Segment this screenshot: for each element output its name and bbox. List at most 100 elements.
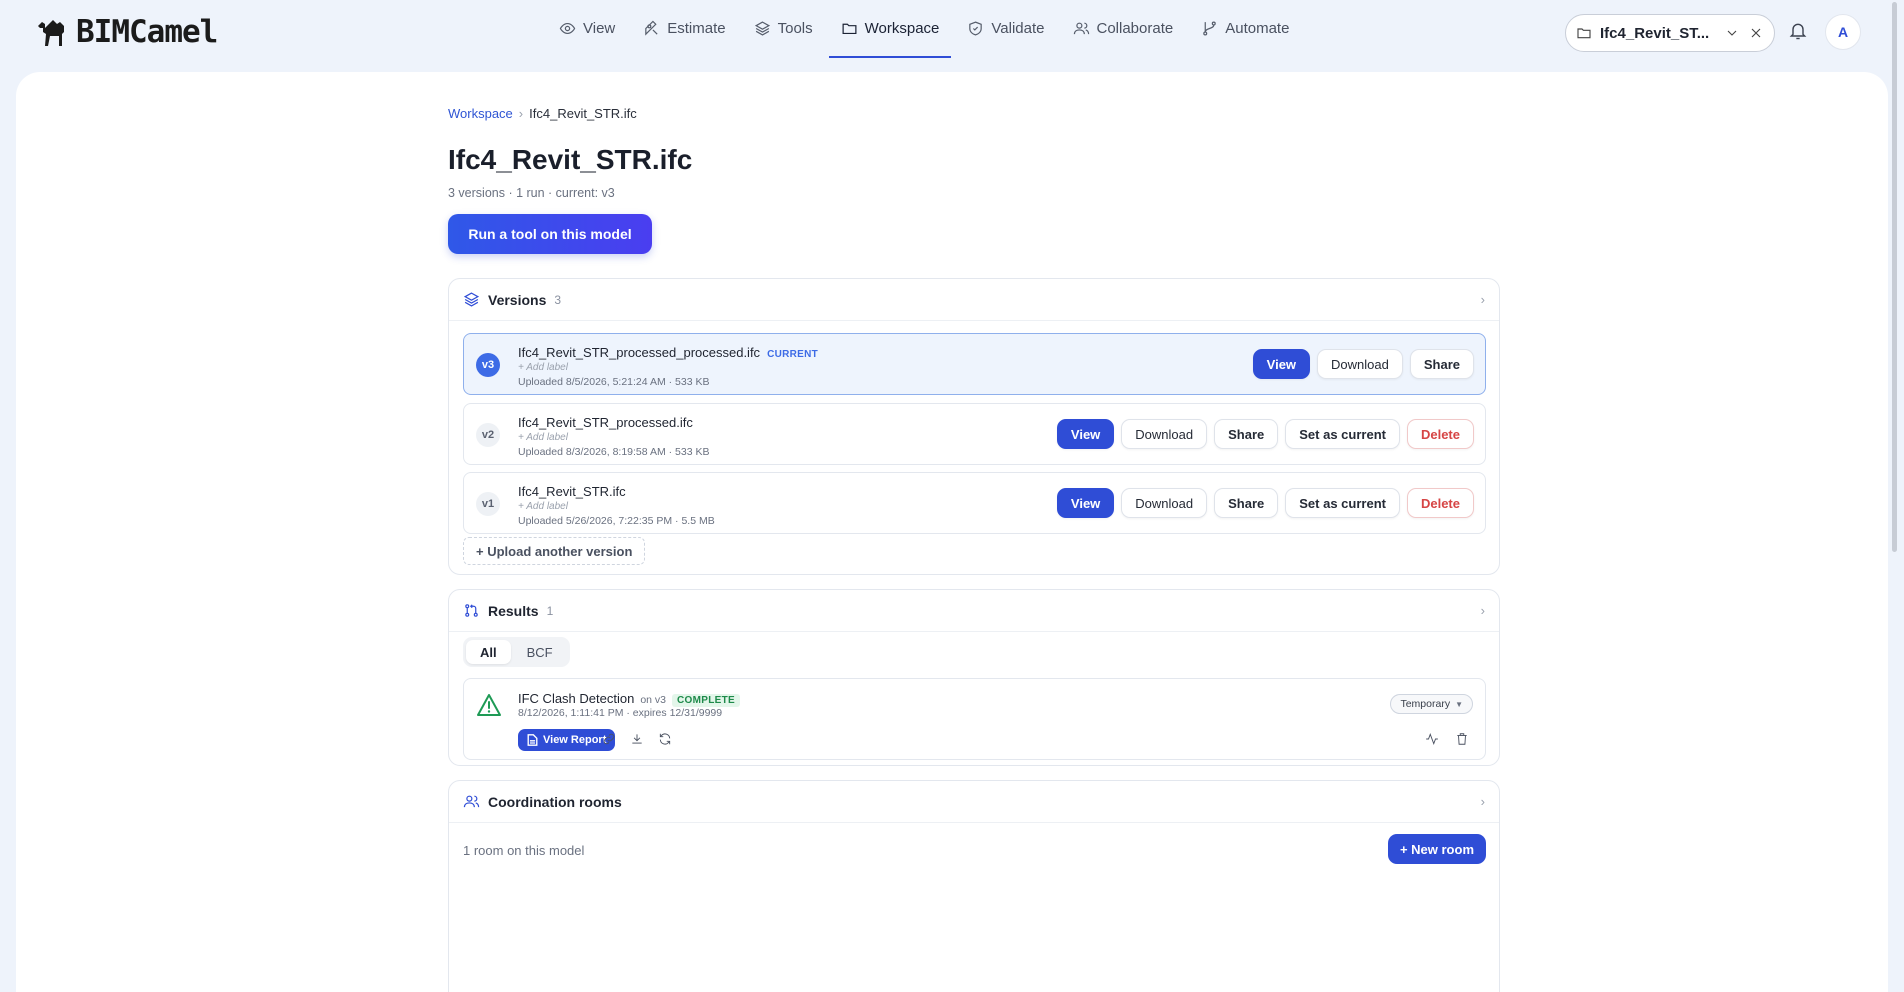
results-filter-tabs: All BCF — [463, 637, 570, 667]
version-row: v3 Ifc4_Revit_STR_processed_processed.if… — [463, 333, 1486, 395]
chevron-right-icon[interactable]: › — [1481, 794, 1485, 809]
share-button[interactable]: Share — [1409, 349, 1474, 379]
activity-button[interactable] — [1425, 732, 1441, 748]
nav-item-label: Tools — [777, 19, 813, 37]
view-report-label: View Report — [543, 734, 607, 746]
folder-icon — [842, 23, 857, 34]
chevron-right-icon[interactable]: › — [1481, 603, 1485, 618]
share-button[interactable]: Share — [1214, 419, 1279, 449]
file-icon — [527, 734, 538, 746]
download-button[interactable]: Download — [1121, 419, 1208, 449]
breadcrumb: Workspace › Ifc4_Revit_STR.ifc — [448, 106, 637, 121]
nav-item-collaborate[interactable]: Collaborate — [1061, 0, 1186, 58]
bell-icon — [1789, 23, 1807, 40]
notifications-button[interactable] — [1788, 20, 1810, 44]
model-picker-label: Ifc4_Revit_ST... — [1600, 24, 1710, 42]
download-icon — [632, 734, 642, 744]
add-label-link[interactable]: + Add label — [518, 432, 568, 443]
view-button[interactable]: View — [1252, 349, 1311, 379]
view-button[interactable]: View — [1056, 488, 1115, 518]
view-report-button[interactable]: View Report — [518, 729, 616, 751]
version-badge: v3 — [476, 353, 500, 377]
breadcrumb-separator: › — [518, 106, 524, 121]
nav-item-automate[interactable]: Automate — [1189, 0, 1301, 58]
brand-logo[interactable]: BIMCamel — [36, 14, 218, 50]
version-name-line: Ifc4_Revit_STR.ifc — [518, 484, 626, 499]
model-picker[interactable]: Ifc4_Revit_ST... — [1565, 14, 1775, 52]
version-actions: View Download Share Set as current Delet… — [1056, 488, 1474, 518]
shield-check-icon — [969, 20, 983, 35]
nav-item-label: Collaborate — [1096, 19, 1174, 37]
current-badge: CURRENT — [767, 349, 819, 360]
result-meta: 8/12/2026, 1:11:41 PM · expires 12/31/99… — [518, 707, 723, 719]
layers-icon — [754, 20, 770, 36]
version-row: v2 Ifc4_Revit_STR_processed.ifc + Add la… — [463, 403, 1486, 465]
rerun-button[interactable] — [658, 732, 674, 748]
view-button[interactable]: View — [1056, 419, 1115, 449]
eye-icon — [559, 22, 576, 34]
git-branch-icon — [1203, 21, 1216, 35]
result-version: on v3 — [640, 694, 667, 706]
chevron-right-icon[interactable]: › — [1481, 292, 1485, 307]
nav-item-workspace[interactable]: Workspace — [828, 0, 952, 58]
result-row: IFC Clash Detection on v3 COMPLETE 8/12/… — [463, 678, 1486, 760]
download-result-button[interactable] — [630, 732, 646, 748]
version-filename: Ifc4_Revit_STR_processed.ifc — [518, 415, 693, 430]
delete-result-button[interactable] — [1455, 732, 1471, 748]
main-nav: View Estimate Tools Workspace Validate C… — [547, 0, 1301, 58]
versions-card: Versions 3 › v3 Ifc4_Revit_STR_processed… — [448, 278, 1500, 575]
nav-item-estimate[interactable]: Estimate — [631, 0, 737, 58]
upload-version-button[interactable]: + Upload another version — [463, 537, 646, 565]
version-actions: View Download Share — [1252, 349, 1474, 379]
status-badge: COMPLETE — [672, 694, 740, 707]
scrollbar-thumb[interactable] — [1892, 2, 1897, 552]
rooms-summary: 1 room on this model — [463, 843, 585, 858]
nav-item-validate[interactable]: Validate — [955, 0, 1056, 58]
add-label-link[interactable]: + Add label — [518, 501, 568, 512]
versions-header[interactable]: Versions 3 › — [449, 279, 1499, 321]
set-current-button[interactable]: Set as current — [1285, 488, 1400, 518]
tab-bcf[interactable]: BCF — [513, 640, 567, 664]
nav-item-label: Automate — [1225, 19, 1290, 37]
link-icon — [603, 733, 615, 745]
breadcrumb-link-workspace[interactable]: Workspace — [448, 106, 513, 121]
caret-down-icon: ▼ — [1455, 699, 1463, 709]
result-tool-name: IFC Clash Detection — [518, 691, 635, 706]
chevron-down-icon[interactable] — [1724, 25, 1740, 41]
version-meta: Uploaded 8/5/2026, 5:21:24 AM · 533 KB — [518, 376, 710, 388]
download-button[interactable]: Download — [1121, 488, 1208, 518]
add-label-link[interactable]: + Add label — [518, 362, 568, 373]
users-icon — [463, 795, 480, 808]
delete-button[interactable]: Delete — [1406, 419, 1474, 449]
result-name-line: IFC Clash Detection on v3 COMPLETE — [518, 691, 740, 707]
new-room-button[interactable]: + New room — [1387, 834, 1486, 864]
tab-all[interactable]: All — [466, 640, 511, 664]
rooms-header[interactable]: Coordination rooms › — [449, 781, 1499, 823]
nav-item-label: View — [583, 19, 616, 37]
page-subtitle: 3 versions · 1 run · current: v3 — [448, 186, 615, 200]
retention-select[interactable]: Temporary ▼ — [1390, 694, 1473, 714]
download-button[interactable]: Download — [1317, 349, 1403, 379]
version-meta: Uploaded 5/26/2026, 7:22:35 PM · 5.5 MB — [518, 515, 715, 527]
run-tool-button[interactable]: Run a tool on this model — [448, 214, 652, 254]
user-avatar[interactable]: A — [1825, 14, 1861, 50]
copy-link-button[interactable] — [602, 732, 618, 748]
nav-item-view[interactable]: View — [547, 0, 627, 58]
set-current-button[interactable]: Set as current — [1285, 419, 1400, 449]
page-scrollbar[interactable] — [1890, 0, 1898, 992]
version-badge: v2 — [476, 423, 500, 447]
activity-icon — [1426, 733, 1438, 745]
delete-button[interactable]: Delete — [1406, 488, 1474, 518]
results-title: Results — [488, 602, 539, 619]
share-button[interactable]: Share — [1214, 488, 1279, 518]
close-icon[interactable] — [1748, 25, 1764, 41]
version-filename: Ifc4_Revit_STR_processed_processed.ifc — [518, 345, 761, 360]
nav-item-label: Estimate — [667, 19, 726, 37]
page-title: Ifc4_Revit_STR.ifc — [448, 144, 693, 175]
results-card: Results 1 › All BCF IFC Clash Detection … — [448, 589, 1500, 766]
results-header[interactable]: Results 1 › — [449, 590, 1499, 632]
versions-title: Versions — [488, 291, 547, 308]
estimate-icon — [645, 20, 658, 36]
nav-item-tools[interactable]: Tools — [742, 0, 825, 58]
version-actions: View Download Share Set as current Delet… — [1056, 419, 1474, 449]
